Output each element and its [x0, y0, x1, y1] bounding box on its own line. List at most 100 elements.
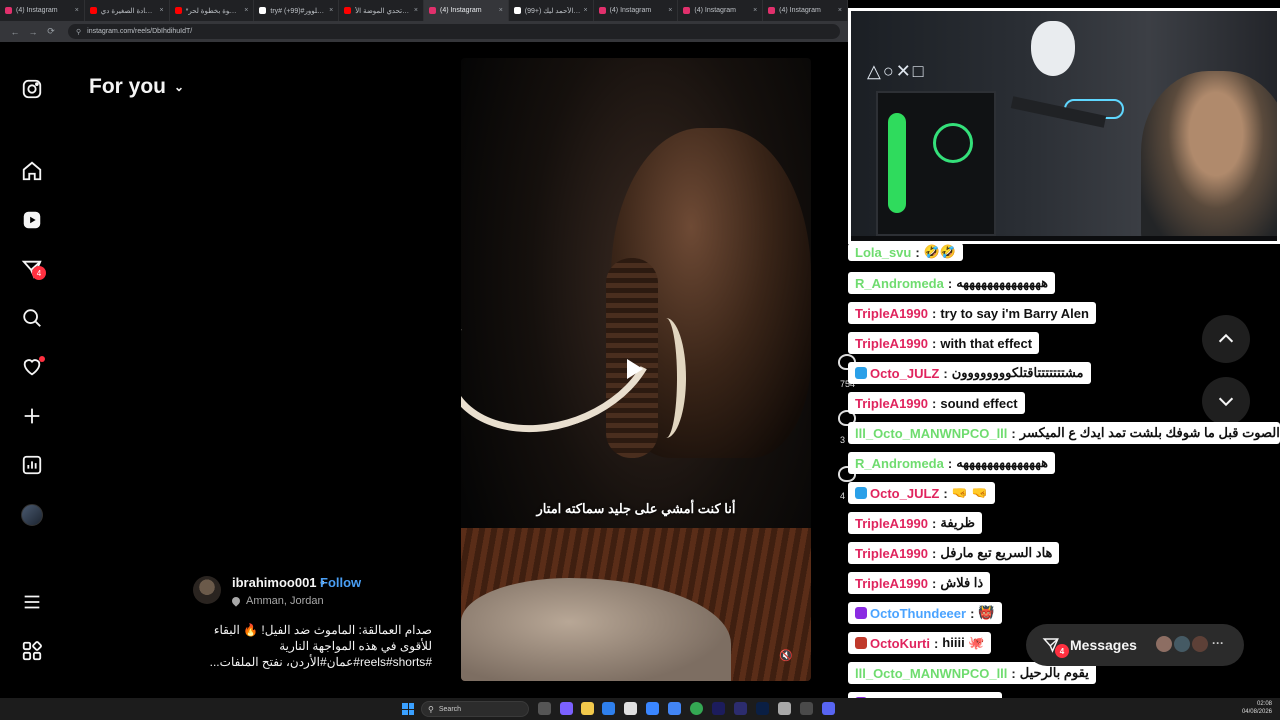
mute-icon[interactable]: 🔇 — [779, 649, 793, 662]
close-tab-icon[interactable]: × — [75, 7, 79, 14]
chat-message: R_Andromeda: ههههههههههههههه — [848, 452, 1055, 474]
browser-tab[interactable]: (4) Instagram × — [0, 0, 85, 21]
tab-title: (4) Instagram — [779, 7, 821, 14]
activity-dot — [39, 356, 45, 362]
clock[interactable]: 02:08 04/08/2026 — [1232, 700, 1272, 716]
reel-caption[interactable]: صدام العمالقة: الماموث ضد الفيل! 🔥 البقا… — [196, 622, 432, 670]
file-explorer-icon[interactable] — [581, 702, 594, 715]
url-field[interactable]: ⚲ instagram.com/reels/DbIhdihuIdT/ — [68, 24, 840, 39]
tab-favicon-icon — [5, 7, 12, 14]
close-tab-icon[interactable]: × — [244, 7, 248, 14]
video-subtitle: أنا كنت أمشي على جليد سماكته امتار — [536, 501, 736, 516]
chat-separator: : — [932, 545, 937, 561]
premiere-icon[interactable] — [712, 702, 725, 715]
caption-line: #reels#shorts#عمان#الأردن، نفتح الملفات.… — [209, 655, 432, 669]
chat-message: OctoThundeeer: 👹 — [848, 602, 1002, 624]
browser-tab[interactable]: (4) Instagram × — [678, 0, 764, 21]
chevron-up-icon — [1218, 333, 1234, 343]
photoshop-icon[interactable] — [756, 702, 769, 715]
chat-separator: : — [943, 365, 948, 381]
browser-tab[interactable]: تحدي الموضة الأ 🔥× — [339, 0, 424, 21]
store-icon[interactable] — [646, 702, 659, 715]
chat-username: TripleA1990 — [855, 545, 928, 561]
forward-icon[interactable]: → — [24, 27, 42, 37]
chat-text: try to say i'm Barry Alen — [940, 305, 1089, 321]
edge-icon[interactable] — [602, 702, 615, 715]
instagram-logo-icon[interactable] — [18, 75, 46, 103]
site-info-icon[interactable]: ⚲ — [76, 28, 81, 36]
follow-button[interactable]: Follow — [320, 575, 361, 590]
tab-favicon-icon — [598, 7, 606, 14]
taskbar-search[interactable]: ⚲ Search — [421, 701, 529, 717]
app-icon[interactable] — [822, 702, 835, 715]
windows-start-icon[interactable] — [402, 703, 414, 715]
browser-tab[interactable]: الحادة الصغيرة دي -× — [85, 0, 170, 21]
chat-text: يقوم بالرحيل — [1019, 665, 1089, 680]
author-avatar[interactable] — [193, 576, 221, 604]
close-tab-icon[interactable]: × — [583, 7, 587, 14]
close-tab-icon[interactable]: × — [160, 7, 164, 14]
messages-button[interactable]: Messages 4 ··· — [1026, 624, 1244, 666]
author-location[interactable]: Amman, Jordan — [230, 595, 324, 607]
close-tab-icon[interactable]: × — [329, 7, 333, 14]
browser-tab[interactable]: (4) Instagram × — [423, 0, 509, 21]
obs-icon[interactable] — [800, 702, 813, 715]
previous-reel-button[interactable] — [1202, 315, 1250, 363]
chat-text: ذا فلاش — [940, 575, 984, 590]
browser-tab[interactable]: (4) Instagram × — [763, 0, 848, 21]
back-icon[interactable]: ← — [6, 27, 24, 37]
chat-message: lll_Octo_MANWNPCO_lll:قتلتك قلد الصوت قب… — [848, 422, 1280, 444]
close-tab-icon[interactable]: × — [838, 7, 842, 14]
next-reel-button[interactable] — [1202, 377, 1250, 425]
task-view-icon[interactable] — [538, 702, 551, 715]
more-options-icon[interactable]: ··· — [1212, 636, 1224, 650]
close-tab-icon[interactable]: × — [414, 7, 418, 14]
reel-video[interactable]: أنا كنت أمشي على جليد سماكته امتار 🔇 — [461, 58, 811, 681]
taskbar-search-label: Search — [438, 705, 462, 713]
chrome-icon[interactable] — [690, 702, 703, 715]
browser-tab-bar: (4) Instagram×الحادة الصغيرة دي -×*خطوة … — [0, 0, 848, 21]
feed-selector[interactable]: For you ⌄ — [89, 75, 184, 99]
chat-message: TripleA1990: sound effect — [848, 392, 1025, 414]
author-username[interactable]: ibrahimoo001 — [232, 575, 317, 590]
close-tab-icon[interactable]: × — [753, 7, 757, 14]
reload-icon[interactable]: ⟳ — [42, 26, 60, 37]
tab-title: (4) Instagram — [694, 7, 736, 14]
browser-tab[interactable]: (99+) أريام الأحمد ليك× — [509, 0, 594, 21]
chat-text: 🤣🤣 — [923, 244, 957, 259]
tab-title: تحدي الموضة الأ 🔥 — [355, 7, 411, 15]
tab-favicon-icon — [683, 7, 691, 14]
gaming-pc — [876, 91, 996, 236]
app-icon[interactable] — [734, 702, 747, 715]
caption-line: صدام العمالقة: الماموث ضد الفيل! 🔥 البقا… — [213, 623, 432, 637]
more-icon[interactable] — [18, 637, 46, 665]
copilot-icon[interactable] — [560, 702, 573, 715]
chat-text: مشتتتتتتتاقتلكوووووووون — [951, 365, 1084, 380]
home-icon[interactable] — [18, 157, 46, 185]
author-name[interactable]: ibrahimoo001 • — [232, 575, 325, 590]
play-icon[interactable] — [627, 359, 643, 379]
instagram-sidebar: 4 — [0, 44, 64, 698]
browser-tab[interactable]: try# (+99)#اكسلوور× — [254, 0, 340, 21]
chat-username: R_Andromeda — [855, 275, 944, 291]
app-icon[interactable] — [668, 702, 681, 715]
reels-icon[interactable] — [18, 206, 46, 234]
create-icon[interactable] — [18, 402, 46, 430]
tab-title: (4) Instagram — [16, 7, 58, 14]
chat-separator: : — [932, 335, 937, 351]
chat-badge-icon — [855, 367, 867, 379]
dashboard-icon[interactable] — [18, 451, 46, 479]
browser-tab[interactable]: (4) Instagram × — [594, 0, 679, 21]
menu-icon[interactable] — [18, 588, 46, 616]
app-icon[interactable] — [778, 702, 791, 715]
search-icon[interactable] — [18, 304, 46, 332]
close-tab-icon[interactable]: × — [668, 7, 672, 14]
app-icon[interactable] — [624, 702, 637, 715]
close-tab-icon[interactable]: × — [499, 7, 503, 14]
profile-avatar[interactable] — [21, 504, 43, 526]
webcam-feed: △○✕□ — [851, 11, 1277, 241]
chat-message: TripleA1990: ظريفة — [848, 512, 983, 534]
chat-username: Lola_svu — [855, 244, 912, 260]
browser-tab[interactable]: *خطوة بخطوة لحر...× — [170, 0, 255, 21]
chat-username: lll_Octo_MANWNPCO_lll — [855, 425, 1008, 441]
